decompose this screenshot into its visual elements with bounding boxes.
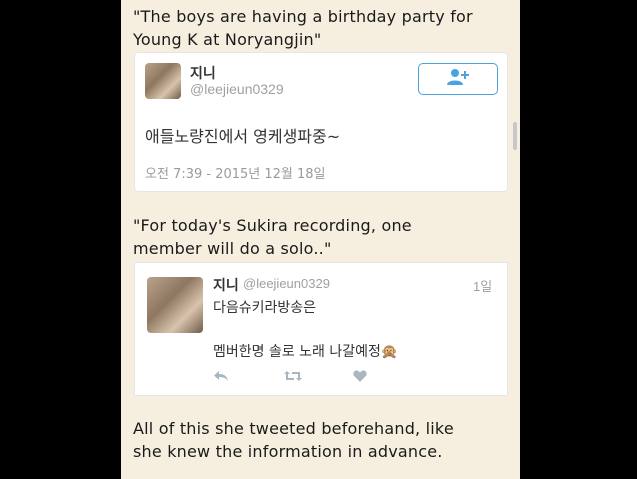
caption-mid: "For today's Sukira recording, one membe… [133,214,412,260]
tweet1-date[interactable]: 오전 7:39 - 2015년 12월 18일 [145,163,326,182]
tweet2-age[interactable]: 1일 [473,276,492,295]
avatar[interactable] [147,277,203,333]
tweet1-handle[interactable]: @leejieun0329 [190,81,284,97]
tweet-card-2: 지니 @leejieun0329 1일 다음슈키라방송은 멤버한명 솔로 노래 … [134,262,508,396]
avatar[interactable] [145,63,181,99]
caption-mid-line2: member will do a solo.." [133,239,332,258]
caption-bottom-line1: All of this she tweeted beforehand, like [133,419,454,438]
tweet2-line1: 다음슈키라방송은 [213,300,317,316]
caption-bottom: All of this she tweeted beforehand, like… [133,417,454,463]
tweet-card-1: 지니 @leejieun0329 애들노량진에서 영케생파중~ 오전 7:39 … [134,52,508,192]
tweet2-name[interactable]: 지니 [213,275,239,295]
caption-bottom-line2: she knew the information in advance. [133,442,443,461]
caption-top-line1: "The boys are having a birthday party fo… [133,7,473,26]
caption-top: "The boys are having a birthday party fo… [133,5,473,51]
scrollbar[interactable] [513,122,517,150]
like-icon[interactable] [353,367,367,386]
tweet2-line2: 멤버한명 솔로 노래 나갈예정🙊 [213,344,399,360]
tweet1-text: 애들노량진에서 영케생파중~ [145,127,341,146]
follow-button[interactable] [418,63,498,95]
reply-icon[interactable] [213,367,229,386]
tweet2-handle[interactable]: @leejieun0329 [243,276,330,291]
retweet-icon[interactable] [283,367,303,386]
caption-mid-line1: "For today's Sukira recording, one [133,216,412,235]
add-user-icon [446,68,470,90]
tweet1-name[interactable]: 지니 [190,63,216,83]
caption-top-line2: Young K at Noryangjin" [133,30,322,49]
